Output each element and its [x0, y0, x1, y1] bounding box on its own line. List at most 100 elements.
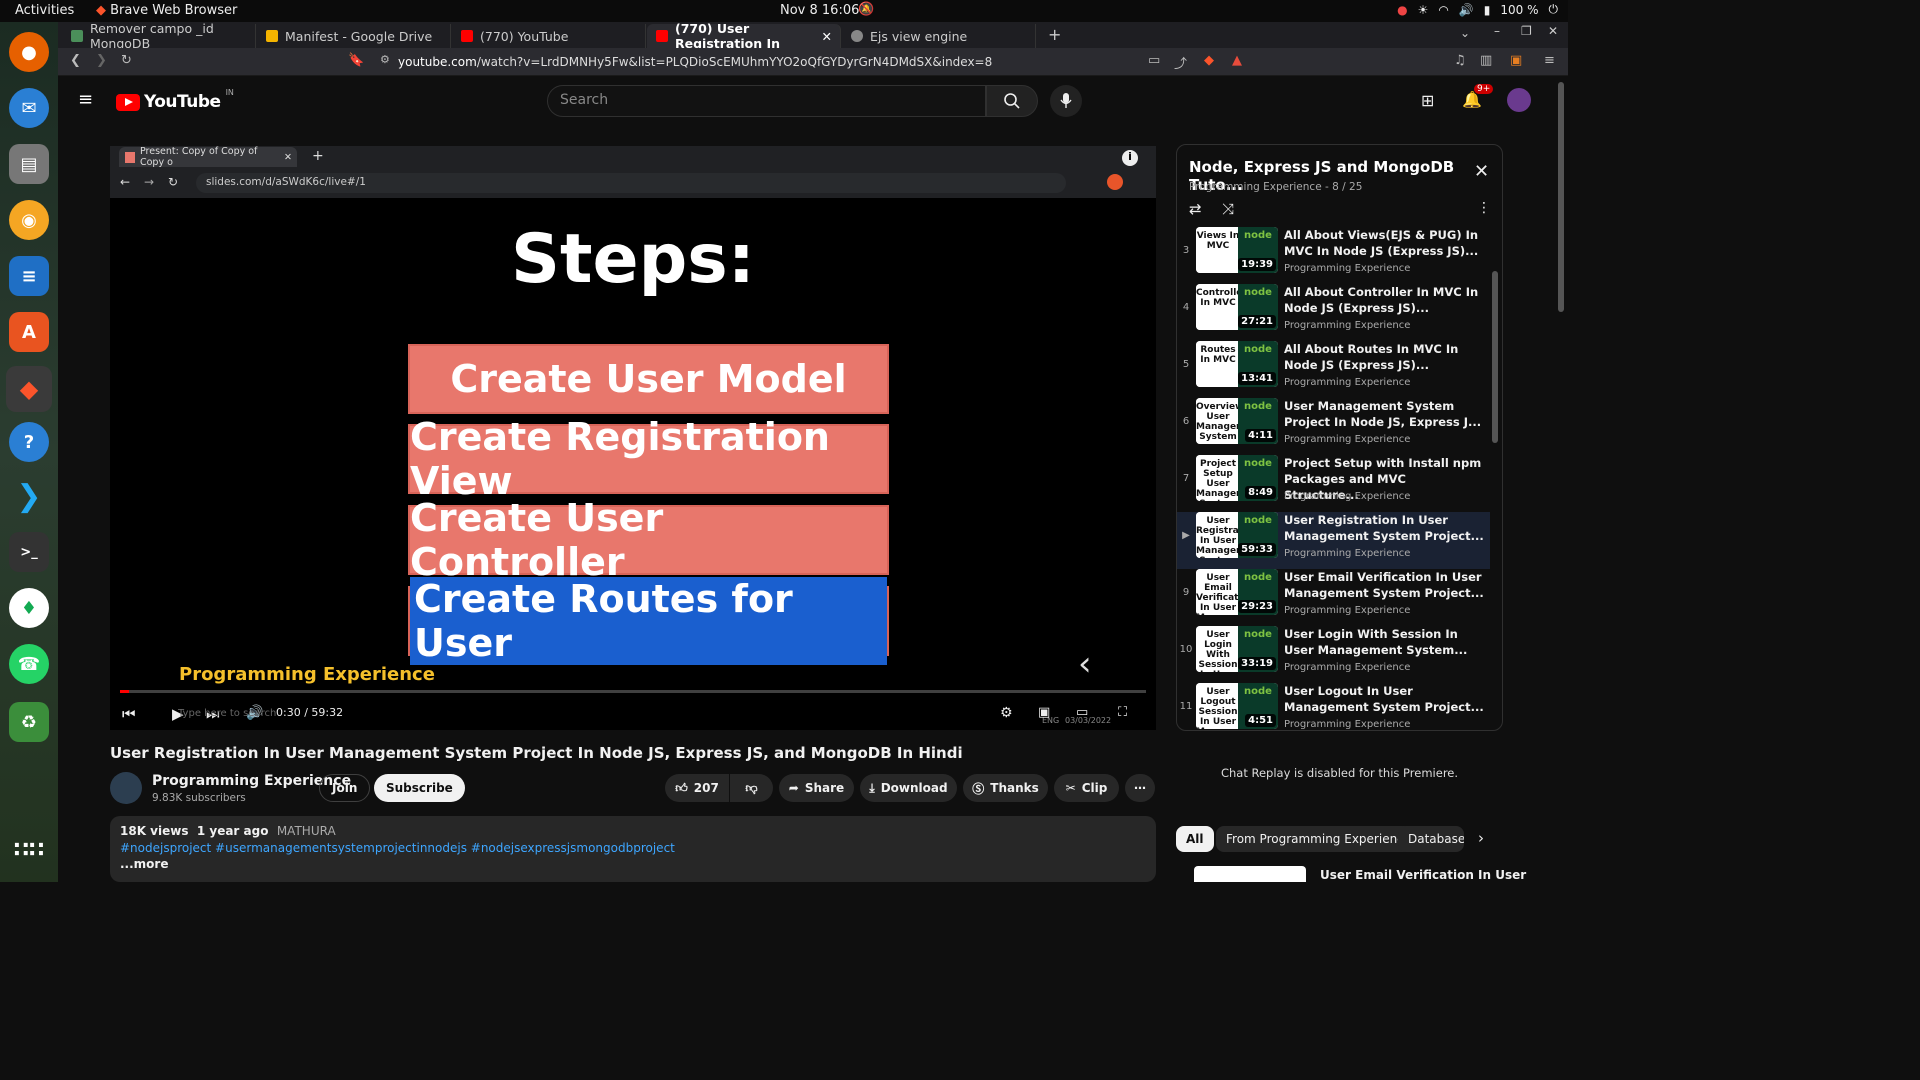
cast-icon[interactable]: ▭	[1148, 53, 1160, 68]
brave-shields-icon[interactable]: ◆	[1204, 53, 1214, 68]
files-icon[interactable]: ▤	[9, 144, 49, 184]
thunderbird-icon[interactable]: ✉	[9, 88, 49, 128]
reload-button[interactable]: ↻	[121, 53, 132, 68]
loop-icon[interactable]: ⇄	[1189, 200, 1202, 218]
theater-mode-icon[interactable]: ▭	[1076, 705, 1088, 720]
back-button[interactable]: ❮	[70, 53, 81, 68]
share-button[interactable]: ➦ Share	[779, 774, 854, 802]
whatsapp-icon[interactable]: ☎	[9, 644, 49, 684]
hashtags[interactable]: #nodejsproject #usermanagementsystemproj…	[120, 841, 1146, 855]
more-icon: ⋯	[1134, 781, 1146, 795]
chip-database[interactable]: Database	[1398, 826, 1464, 852]
tab-user-registration[interactable]: (770) User Registration In ✕	[647, 21, 841, 51]
fullscreen-icon[interactable]: ⛶	[1118, 705, 1127, 720]
brave-dock-icon[interactable]: ◆	[6, 366, 52, 412]
playlist-scrollbar[interactable]	[1492, 271, 1498, 443]
thanks-icon: Ⓢ	[972, 781, 985, 796]
video-duration: 27:21	[1238, 315, 1276, 328]
chips-next-chevron-icon[interactable]: ›	[1478, 829, 1484, 847]
search-input[interactable]: Search	[547, 85, 986, 117]
download-button[interactable]: ⤓ Download	[860, 774, 957, 802]
url-host: youtube.com	[398, 55, 477, 69]
trash-icon[interactable]: ♻	[9, 702, 49, 742]
tab-list-chevron-icon[interactable]: ⌄	[1460, 26, 1470, 40]
terminal-icon[interactable]: >_	[9, 532, 49, 572]
media-icon[interactable]: ♫	[1454, 53, 1466, 68]
miniplayer-icon[interactable]: ▣	[1038, 705, 1050, 720]
wallet-icon[interactable]: ▣	[1510, 53, 1522, 68]
playlist-item[interactable]: 11User Logout Session In User Management…	[1177, 683, 1490, 730]
active-window-title[interactable]: ◆ Brave Web Browser	[96, 3, 237, 18]
playlist-item[interactable]: 6 Overview User Management System node 4:11…	[1177, 398, 1490, 455]
description-box[interactable]: 18K views 1 year ago MATHURA #nodejsproj…	[110, 816, 1156, 882]
close-tab-icon[interactable]: ✕	[822, 29, 832, 44]
account-avatar[interactable]	[1507, 88, 1531, 112]
tab-mongodb[interactable]: Remover campo _id MongoDB	[62, 21, 256, 51]
chip-all[interactable]: All	[1176, 826, 1214, 852]
forward-button[interactable]: ❯	[96, 53, 107, 68]
close-window-button[interactable]: ✕	[1548, 24, 1558, 38]
join-button[interactable]: Join	[319, 774, 371, 802]
page-scrollbar[interactable]	[1557, 80, 1565, 880]
video-duration: 29:23	[1238, 600, 1276, 613]
minimize-button[interactable]: –	[1494, 24, 1500, 38]
previous-button[interactable]: ⏮	[122, 705, 136, 723]
maximize-button[interactable]: ❐	[1521, 24, 1532, 38]
show-more-link[interactable]: ...more	[120, 857, 1146, 871]
progress-bar[interactable]	[120, 690, 1146, 693]
info-icon[interactable]: i	[1122, 150, 1138, 166]
help-icon[interactable]: ?	[9, 422, 49, 462]
mongodb-compass-icon[interactable]: ♦	[9, 588, 49, 628]
activities-button[interactable]: Activities	[15, 3, 74, 18]
clip-button[interactable]: ✂ Clip	[1054, 774, 1119, 802]
volume-icon: 🔊	[1458, 2, 1474, 17]
voice-search-button[interactable]	[1050, 85, 1082, 117]
brave-rewards-icon[interactable]: ▲	[1232, 53, 1242, 68]
writer-icon[interactable]: ≡	[9, 256, 49, 296]
tab-youtube[interactable]: (770) YouTube	[452, 24, 646, 48]
playlist-item[interactable]: 10User Login With Session In User Manage…	[1177, 626, 1490, 683]
playlist-item[interactable]: ▶ User Registration In User Management Sy…	[1177, 512, 1490, 569]
guide-menu-icon[interactable]: ≡	[78, 89, 93, 110]
vscode-icon[interactable]: ❯	[9, 476, 49, 516]
channel-avatar[interactable]	[110, 772, 142, 804]
chip-from-channel[interactable]: From Programming Experience	[1216, 826, 1422, 852]
bookmark-icon[interactable]: 🔖	[348, 53, 364, 68]
search-button[interactable]	[986, 85, 1038, 117]
next-recommendation-title[interactable]: User Email Verification In User	[1320, 868, 1526, 882]
software-center-icon[interactable]: A	[9, 312, 49, 352]
shuffle-icon[interactable]: ⤨	[1222, 200, 1234, 218]
video-player[interactable]: Present: Copy of Copy of Copy o ✕ + ← → ↻…	[110, 146, 1156, 730]
show-apps-icon[interactable]: ∷∷	[9, 830, 49, 870]
playlist-item[interactable]: 9 User Email Verification In User Managem…	[1177, 569, 1490, 626]
share-page-icon[interactable]: ⤴	[1174, 53, 1187, 72]
page-scroll-thumb[interactable]	[1558, 82, 1564, 312]
playlist-item[interactable]: 7 Project Setup User Management Systemnod…	[1177, 455, 1490, 512]
url-field[interactable]: youtube.com/watch?v=LrdDMNHy5Fw&list=PLQ…	[398, 55, 992, 69]
clock[interactable]: Nov 8 16:06	[780, 3, 859, 18]
browser-menu-icon[interactable]: ≡	[1544, 53, 1555, 68]
dislike-button[interactable]: 👎︎	[730, 774, 773, 802]
playlist-item[interactable]: 3 Views In MVC node 19:39 All About Views(EJ…	[1177, 227, 1490, 284]
create-video-icon[interactable]: ⊞	[1421, 91, 1434, 110]
tab-google-drive[interactable]: Manifest - Google Drive	[257, 24, 451, 48]
tab-ejs[interactable]: Ejs view engine	[842, 24, 1036, 48]
close-playlist-icon[interactable]: ✕	[1474, 161, 1489, 182]
rhythmbox-icon[interactable]: ◉	[9, 200, 49, 240]
firefox-icon[interactable]: ●	[9, 32, 49, 72]
playlist-item[interactable]: 5 Routes In MVC node 13:41 All About Routes …	[1177, 341, 1490, 398]
youtube-logo[interactable]: YouTube IN	[116, 88, 234, 112]
playlist-item-channel: Programming Experience	[1284, 434, 1411, 445]
more-actions-button[interactable]: ⋯	[1125, 774, 1155, 802]
thanks-button[interactable]: Ⓢ Thanks	[963, 774, 1048, 802]
site-info-icon[interactable]: ⚙	[380, 53, 390, 66]
sidebar-toggle-icon[interactable]: ▥	[1480, 53, 1492, 68]
like-button[interactable]: 👍︎ 207	[665, 774, 729, 802]
playlist-item[interactable]: 4 Controller In MVC node 27:21 All About Con…	[1177, 284, 1490, 341]
next-thumbnail[interactable]	[1194, 866, 1306, 882]
playlist-menu-icon[interactable]: ⋮	[1477, 200, 1491, 216]
subscribe-button[interactable]: Subscribe	[374, 774, 465, 802]
system-tray[interactable]: ● ☀ ◠ 🔊 ▮ 100 % ⏻	[1397, 2, 1558, 17]
new-tab-button[interactable]: +	[1048, 25, 1061, 44]
settings-gear-icon[interactable]: ⚙	[1000, 705, 1013, 721]
